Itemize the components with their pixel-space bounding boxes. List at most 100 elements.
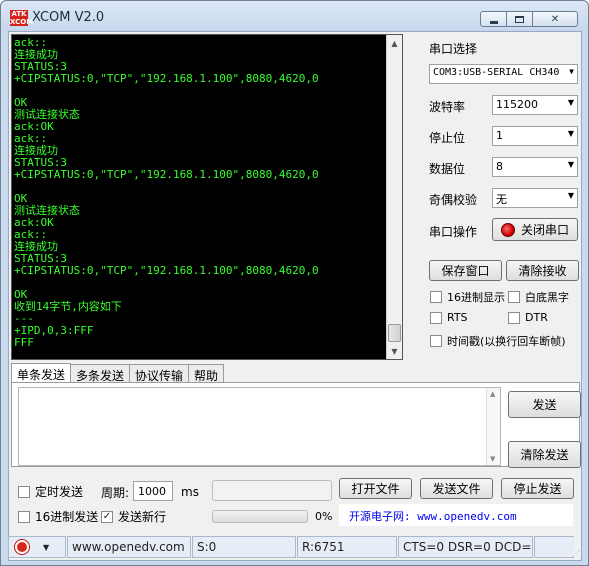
receive-text: ack:: 连接成功 STATUS:3 +CIPSTATUS:0,"TCP","192… (14, 37, 388, 349)
stop-bits-value: 1 (496, 129, 503, 142)
progress-percent: 0% (315, 510, 333, 523)
dtr-box[interactable] (508, 311, 520, 324)
tab-0[interactable]: 单条发送 (11, 363, 72, 383)
terminal-line: 连接成功 (14, 144, 58, 157)
settings-menu-button[interactable]: ▼ (8, 536, 66, 558)
send-input[interactable]: ▲ ▼ (18, 387, 501, 466)
rts-label: RTS (447, 311, 468, 324)
scroll-down-icon[interactable]: ▼ (387, 343, 402, 359)
terminal-line: ack:: (14, 228, 48, 241)
send-button[interactable]: 发送 (508, 391, 581, 418)
hex-send-checkbox[interactable]: 16进制发送 (18, 508, 98, 525)
rts-checkbox[interactable]: RTS (430, 311, 468, 324)
tab-2[interactable]: 协议传输 (129, 364, 190, 383)
scroll-up-icon[interactable]: ▲ (490, 390, 495, 398)
stop-bits-select[interactable]: 1 ▼ (492, 126, 578, 146)
port-select-label: 串口选择 (429, 42, 478, 56)
timestamp-checkbox[interactable]: 时间戳(以换行回车断帧) (430, 333, 566, 349)
close-port-label: 关闭串口 (520, 223, 569, 237)
file-path-field (212, 480, 332, 501)
maximize-button[interactable] (506, 11, 533, 27)
open-file-button[interactable]: 打开文件 (339, 478, 412, 499)
data-bits-select[interactable]: 8 ▼ (492, 157, 578, 177)
hex-display-box[interactable] (430, 291, 442, 303)
title-bar[interactable]: ATK XCOM XCOM V2.0 ✕ (1, 1, 588, 31)
terminal-line: 测试连接状态 (14, 108, 80, 121)
terminal-line: 连接成功 (14, 48, 58, 61)
receive-scrollbar[interactable]: ▲ ▼ (386, 35, 402, 359)
terminal-line: +IPD,0,3:FFF (14, 324, 94, 337)
timestamp-label: 时间戳(以换行回车断帧) (447, 335, 566, 348)
hex-send-box[interactable] (18, 510, 30, 523)
close-button[interactable]: ✕ (532, 11, 578, 27)
scroll-up-icon[interactable]: ▲ (387, 35, 402, 51)
maximize-icon (515, 15, 524, 23)
baud-select[interactable]: 115200 ▼ (492, 95, 578, 115)
send-file-button[interactable]: 发送文件 (420, 478, 493, 499)
chevron-down-icon: ▼ (567, 191, 574, 200)
single-send-panel: ▲ ▼ 发送 清除发送 (11, 382, 581, 468)
white-bg-box[interactable] (508, 291, 520, 303)
parity-value: 无 (496, 193, 507, 206)
close-port-button[interactable]: 关闭串口 (492, 218, 578, 241)
white-bg-checkbox[interactable]: 白底黑字 (508, 289, 569, 305)
period-input[interactable]: 1000 (133, 481, 173, 501)
tab-3[interactable]: 帮助 (188, 364, 225, 383)
timestamp-box[interactable] (430, 335, 442, 347)
port-status-led-icon (500, 222, 515, 237)
settings-icon (15, 540, 29, 554)
chevron-down-icon: ▼ (567, 129, 574, 138)
terminal-line: ack:OK (14, 120, 54, 133)
send-newline-checkbox[interactable]: ✓ 发送新行 (101, 508, 166, 525)
chevron-down-icon: ▼ (567, 160, 574, 169)
port-select[interactable]: COM3:USB-SERIAL CH340 ▼ (429, 64, 578, 84)
send-input-scrollbar[interactable]: ▲ ▼ (486, 388, 500, 465)
period-unit: ms (181, 485, 199, 499)
parity-select[interactable]: 无 ▼ (492, 188, 578, 208)
stop-send-button[interactable]: 停止发送 (501, 478, 574, 499)
white-bg-label: 白底黑字 (525, 291, 569, 304)
save-window-button[interactable]: 保存窗口 (429, 260, 502, 281)
status-received-count: R:6751 (297, 536, 397, 558)
checkmark-icon[interactable]: ✓ (101, 510, 113, 523)
timed-send-label: 定时发送 (35, 485, 84, 499)
minimize-button[interactable] (480, 11, 507, 27)
hex-send-label: 16进制发送 (35, 510, 99, 524)
timed-send-box[interactable] (18, 485, 30, 498)
clear-receive-button[interactable]: 清除接收 (506, 260, 579, 281)
hex-display-checkbox[interactable]: 16进制显示 (430, 289, 505, 305)
resize-grip-icon[interactable]: ⋰ (572, 549, 580, 558)
dtr-checkbox[interactable]: DTR (508, 311, 548, 324)
receive-terminal[interactable]: ack:: 连接成功 STATUS:3 +CIPSTATUS:0,"TCP","192… (11, 34, 403, 360)
rts-box[interactable] (430, 311, 442, 324)
window-title: XCOM V2.0 (32, 10, 105, 25)
clear-send-button[interactable]: 清除发送 (508, 441, 581, 468)
window-controls: ✕ (480, 11, 578, 27)
parity-label: 奇偶校验 (429, 193, 478, 207)
stop-bits-label: 停止位 (429, 131, 466, 145)
send-tabs: 单条发送 多条发送 协议传输 帮助 (11, 363, 225, 383)
scroll-thumb[interactable] (388, 324, 401, 342)
scroll-down-icon[interactable]: ▼ (490, 455, 495, 463)
terminal-line: 收到14字节,内容如下 (14, 300, 122, 313)
baud-value: 115200 (496, 98, 538, 111)
status-bar: ▼ www.openedv.com S:0 R:6751 CTS=0 DSR=0… (8, 536, 582, 560)
terminal-line: ack:: (14, 36, 48, 49)
close-icon: ✕ (550, 13, 560, 25)
chevron-down-icon: ▼ (567, 67, 574, 76)
terminal-line: +CIPSTATUS:0,"TCP","192.168.1.100",8080,… (14, 264, 319, 277)
tab-1[interactable]: 多条发送 (70, 364, 131, 383)
website-link[interactable]: 开源电子网: www.openedv.com (339, 504, 573, 526)
timed-send-checkbox[interactable]: 定时发送 (18, 483, 83, 500)
port-select-value: COM3:USB-SERIAL CH340 (433, 67, 560, 78)
terminal-line: 连接成功 (14, 240, 58, 253)
status-url[interactable]: www.openedv.com (67, 536, 191, 558)
status-empty: ⋰ (534, 536, 580, 558)
chevron-down-icon: ▼ (567, 98, 574, 107)
terminal-line: 测试连接状态 (14, 204, 80, 217)
app-logo-icon: ATK XCOM (10, 10, 34, 26)
status-line-states: CTS=0 DSR=0 DCD=0 (398, 536, 533, 558)
period-label: 周期: (101, 486, 130, 500)
